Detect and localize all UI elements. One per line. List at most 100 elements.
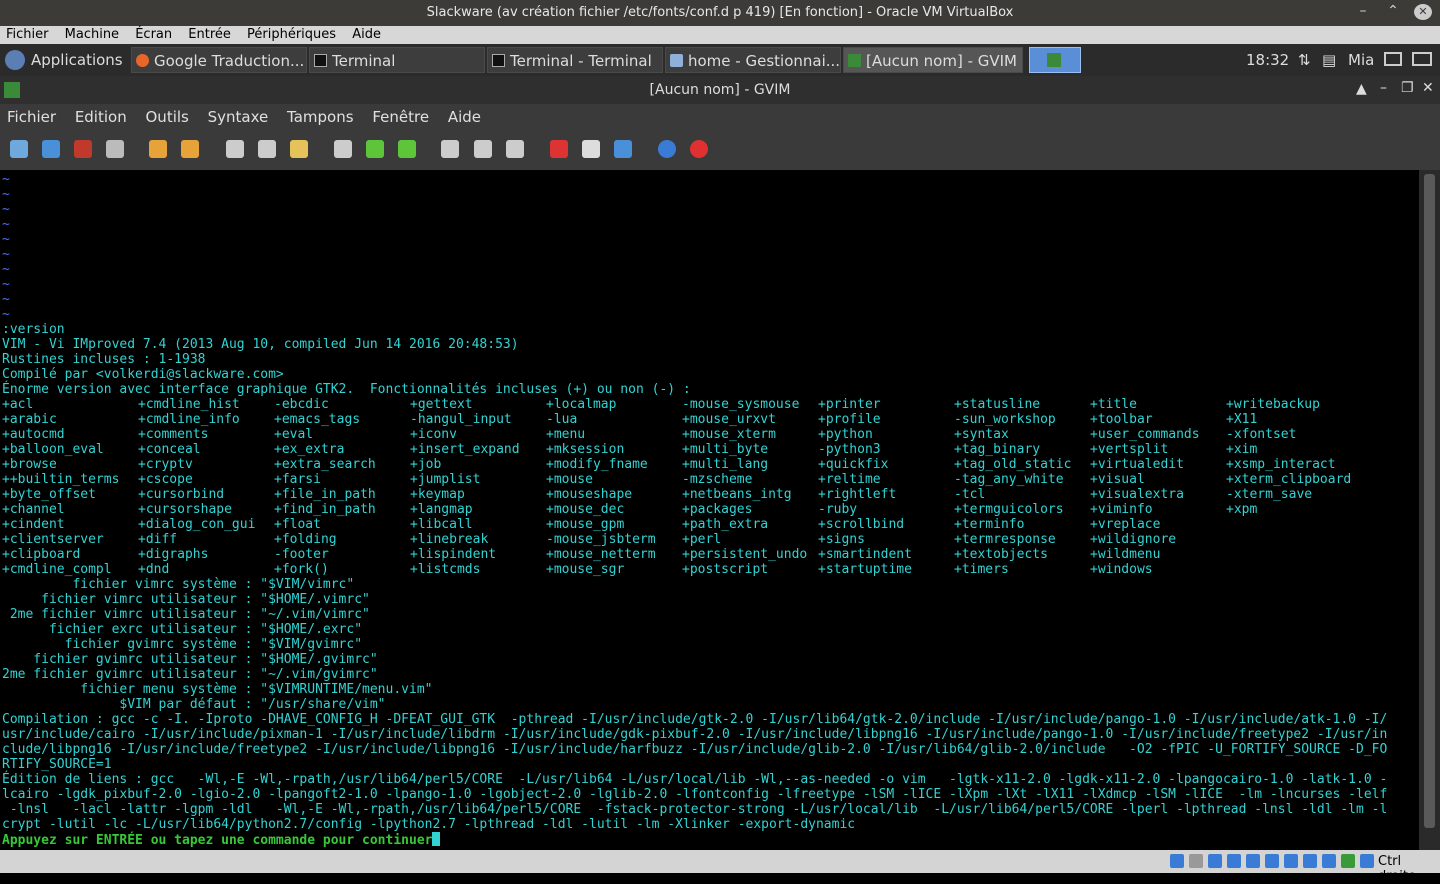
task-google-traduction[interactable]: Google Traduction...	[131, 47, 307, 73]
vbox-menu-entree[interactable]: Entrée	[182, 26, 237, 44]
minimize-icon[interactable]: –	[1380, 80, 1387, 96]
menu-fichier[interactable]: Fichier	[0, 104, 63, 130]
print-icon[interactable]	[106, 140, 124, 158]
close-icon[interactable]: ✕	[1414, 4, 1432, 20]
feature-item: +browse	[2, 457, 57, 472]
user-name[interactable]: Mia	[1348, 47, 1384, 73]
applications-menu-button[interactable]: Applications	[2, 47, 126, 73]
feature-item: +comments	[138, 427, 209, 442]
close-icon[interactable]: ✕	[1422, 80, 1434, 96]
video-capture-icon[interactable]	[1303, 854, 1317, 868]
feature-item: +startuptime	[818, 562, 912, 577]
window-list-icon[interactable]	[1412, 47, 1436, 73]
menu-fenetre[interactable]: Fenêtre	[365, 104, 436, 130]
replace-icon[interactable]	[334, 140, 352, 158]
jump-tag-icon[interactable]	[614, 140, 632, 158]
task-terminal-terminal[interactable]: Terminal - Terminal	[487, 47, 663, 73]
gvim-icon	[1047, 53, 1061, 67]
config-file-line: 2me fichier vimrc utilisateur : "~/.vim/…	[2, 607, 370, 622]
hard-disk-icon[interactable]	[1170, 854, 1184, 868]
load-session-icon[interactable]	[441, 140, 459, 158]
vertical-scrollbar[interactable]	[1419, 170, 1440, 850]
minimize-icon[interactable]: –	[1354, 3, 1372, 20]
open-icon[interactable]	[10, 140, 28, 158]
cpu-icon[interactable]	[1322, 854, 1336, 868]
config-file-line: fichier exrc utilisateur : "$HOME/.exrc"	[2, 622, 363, 637]
network-icon[interactable]: ⇅	[1298, 47, 1314, 73]
vbox-menu-machine[interactable]: Machine	[59, 26, 125, 44]
usb-icon[interactable]	[1246, 854, 1260, 868]
feature-item: +perl	[682, 532, 722, 547]
paste-icon[interactable]	[290, 140, 308, 158]
menu-edition[interactable]: Edition	[68, 104, 134, 130]
feature-item: +writebackup	[1226, 397, 1320, 412]
save-icon[interactable]	[42, 140, 60, 158]
mouse-integration-icon[interactable]	[1341, 854, 1355, 868]
find-prev-icon[interactable]	[398, 140, 416, 158]
feature-item: -xfontset	[1226, 427, 1297, 442]
feature-item: +find_in_path	[274, 502, 376, 517]
redo-icon[interactable]	[181, 140, 199, 158]
task-file-manager[interactable]: home - Gestionnai...	[665, 47, 841, 73]
undo-icon[interactable]	[149, 140, 167, 158]
vbox-statusbar: Ctrl droite	[0, 850, 1440, 884]
menu-outils[interactable]: Outils	[139, 104, 196, 130]
make-icon[interactable]	[550, 140, 568, 158]
keep-above-icon[interactable]: ▲	[1356, 81, 1367, 97]
compile-info-line: clude/libpng16 -I/usr/include/freetype2 …	[2, 742, 1388, 757]
feature-item: +visual	[1090, 472, 1145, 487]
feature-item: +float	[274, 517, 321, 532]
vbox-menu-aide[interactable]: Aide	[346, 26, 387, 44]
clipboard-icon[interactable]: ▤	[1322, 47, 1338, 73]
compile-info-line: Compilation : gcc -c -I. -Iproto -DHAVE_…	[2, 712, 1388, 727]
task-label: [Aucun nom] - GVIM	[866, 52, 1017, 70]
menu-aide[interactable]: Aide	[441, 104, 488, 130]
show-desktop-icon[interactable]	[1384, 47, 1404, 73]
clock[interactable]: 18:32	[1246, 47, 1296, 73]
run-ctags-icon[interactable]	[582, 140, 600, 158]
optical-drive-icon[interactable]	[1189, 854, 1203, 868]
run-script-icon[interactable]	[506, 140, 524, 158]
feature-item: -mouse_jsbterm	[546, 532, 656, 547]
config-file-line: fichier gvimrc système : "$VIM/gvimrc"	[2, 637, 363, 652]
feature-item: -ruby	[818, 502, 858, 517]
empty-line-tilde: ~	[2, 262, 10, 277]
save-all-icon[interactable]	[74, 140, 92, 158]
cut-icon[interactable]	[226, 140, 244, 158]
compile-info-line: -lnsl -lacl -lattr -lgpm -ldl -Wl,-E -Wl…	[2, 802, 1388, 817]
task-gvim[interactable]: [Aucun nom] - GVIM	[843, 47, 1023, 73]
feature-item: +linebreak	[410, 532, 489, 547]
workspace-switcher[interactable]	[1029, 47, 1081, 73]
vbox-menu-peripheriques[interactable]: Périphériques	[241, 26, 342, 44]
save-session-icon[interactable]	[474, 140, 492, 158]
audio-icon[interactable]	[1208, 854, 1222, 868]
find-help-icon[interactable]	[690, 140, 708, 158]
find-next-icon[interactable]	[366, 140, 384, 158]
network-icon[interactable]	[1227, 854, 1241, 868]
vbox-menu-ecran[interactable]: Écran	[129, 26, 178, 44]
help-icon[interactable]	[658, 140, 676, 158]
menu-tampons[interactable]: Tampons	[280, 104, 361, 130]
restore-icon[interactable]: ⌃	[1384, 3, 1402, 20]
task-terminal[interactable]: Terminal	[309, 47, 485, 73]
feature-item: +xterm_clipboard	[1226, 472, 1352, 487]
config-file-line: 2me fichier gvimrc utilisateur : "~/.vim…	[2, 667, 378, 682]
feature-item: +file_in_path	[274, 487, 376, 502]
feature-item: +gettext	[410, 397, 473, 412]
feature-item: +listcmds	[410, 562, 481, 577]
feature-item: +termresponse	[954, 532, 1056, 547]
maximize-icon[interactable]: ❐	[1401, 80, 1414, 96]
copy-icon[interactable]	[258, 140, 276, 158]
feature-item: +netbeans_intg	[682, 487, 792, 502]
feature-item: -tcl	[954, 487, 986, 502]
shared-folders-icon[interactable]	[1265, 854, 1279, 868]
display-icon[interactable]	[1284, 854, 1298, 868]
feature-item: -xterm_save	[1226, 487, 1313, 502]
keyboard-capture-icon[interactable]	[1360, 854, 1374, 868]
feature-item: +langmap	[410, 502, 473, 517]
vbox-menu-fichier[interactable]: Fichier	[0, 26, 55, 44]
editor-buffer[interactable]: ~ ~ ~ ~ ~ ~ ~ ~ ~ ~:version VIM - Vi IMproved 7.4 …	[0, 170, 1419, 850]
scrollbar-thumb[interactable]	[1424, 174, 1435, 828]
feature-item: +vreplace	[1090, 517, 1161, 532]
menu-syntaxe[interactable]: Syntaxe	[201, 104, 276, 130]
